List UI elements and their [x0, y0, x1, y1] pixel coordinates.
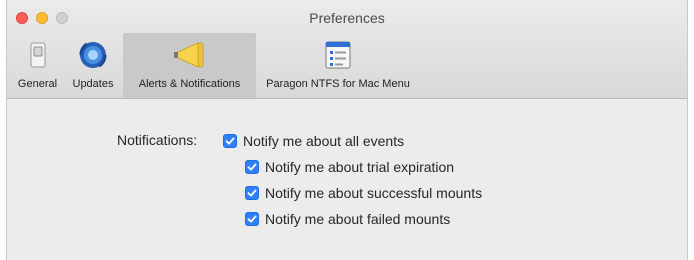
tab-updates[interactable]: Updates [65, 33, 121, 98]
megaphone-icon [173, 42, 203, 68]
notifications-label: Notifications: [117, 132, 198, 148]
checkmark-icon [247, 215, 257, 223]
notify-all-events-checkbox[interactable] [223, 134, 237, 148]
checkmark-icon [225, 137, 235, 145]
notify-trial-expiration-checkbox[interactable] [245, 160, 259, 174]
checkmark-icon [247, 189, 257, 197]
notify-failed-mounts-label: Notify me about failed mounts [265, 211, 451, 227]
tab-alerts-notifications-label: Alerts & Notifications [138, 78, 241, 90]
notify-successful-mounts-option[interactable]: Notify me about successful mounts [245, 184, 482, 202]
titlebar: Preferences General Updates Alerts & Not… [7, 0, 687, 99]
tab-general-label: General [17, 78, 58, 90]
tab-alerts-notifications[interactable]: Alerts & Notifications [123, 33, 256, 98]
notify-all-events-option[interactable]: Notify me about all events [223, 132, 404, 150]
tab-paragon-menu-label: Paragon NTFS for Mac Menu [266, 78, 410, 90]
preferences-window: Preferences General Updates Alerts & Not… [6, 0, 688, 260]
checkmark-icon [247, 163, 257, 171]
notify-successful-mounts-checkbox[interactable] [245, 186, 259, 200]
notify-trial-expiration-option[interactable]: Notify me about trial expiration [245, 158, 454, 176]
window-title: Preferences [309, 10, 385, 26]
notify-successful-mounts-label: Notify me about successful mounts [265, 185, 483, 201]
tab-paragon-menu[interactable]: Paragon NTFS for Mac Menu [257, 33, 419, 98]
alerts-notifications-pane: Notifications: Notify me about all event… [7, 99, 687, 260]
menu-window-icon [325, 41, 351, 69]
notify-failed-mounts-option[interactable]: Notify me about failed mounts [245, 210, 450, 228]
notify-trial-expiration-label: Notify me about trial expiration [265, 159, 455, 175]
tab-general[interactable]: General [11, 33, 64, 98]
tab-updates-label: Updates [72, 78, 114, 90]
notify-all-events-label: Notify me about all events [243, 133, 405, 149]
switch-icon [30, 42, 45, 68]
notify-failed-mounts-checkbox[interactable] [245, 212, 259, 226]
updates-icon [79, 42, 107, 68]
